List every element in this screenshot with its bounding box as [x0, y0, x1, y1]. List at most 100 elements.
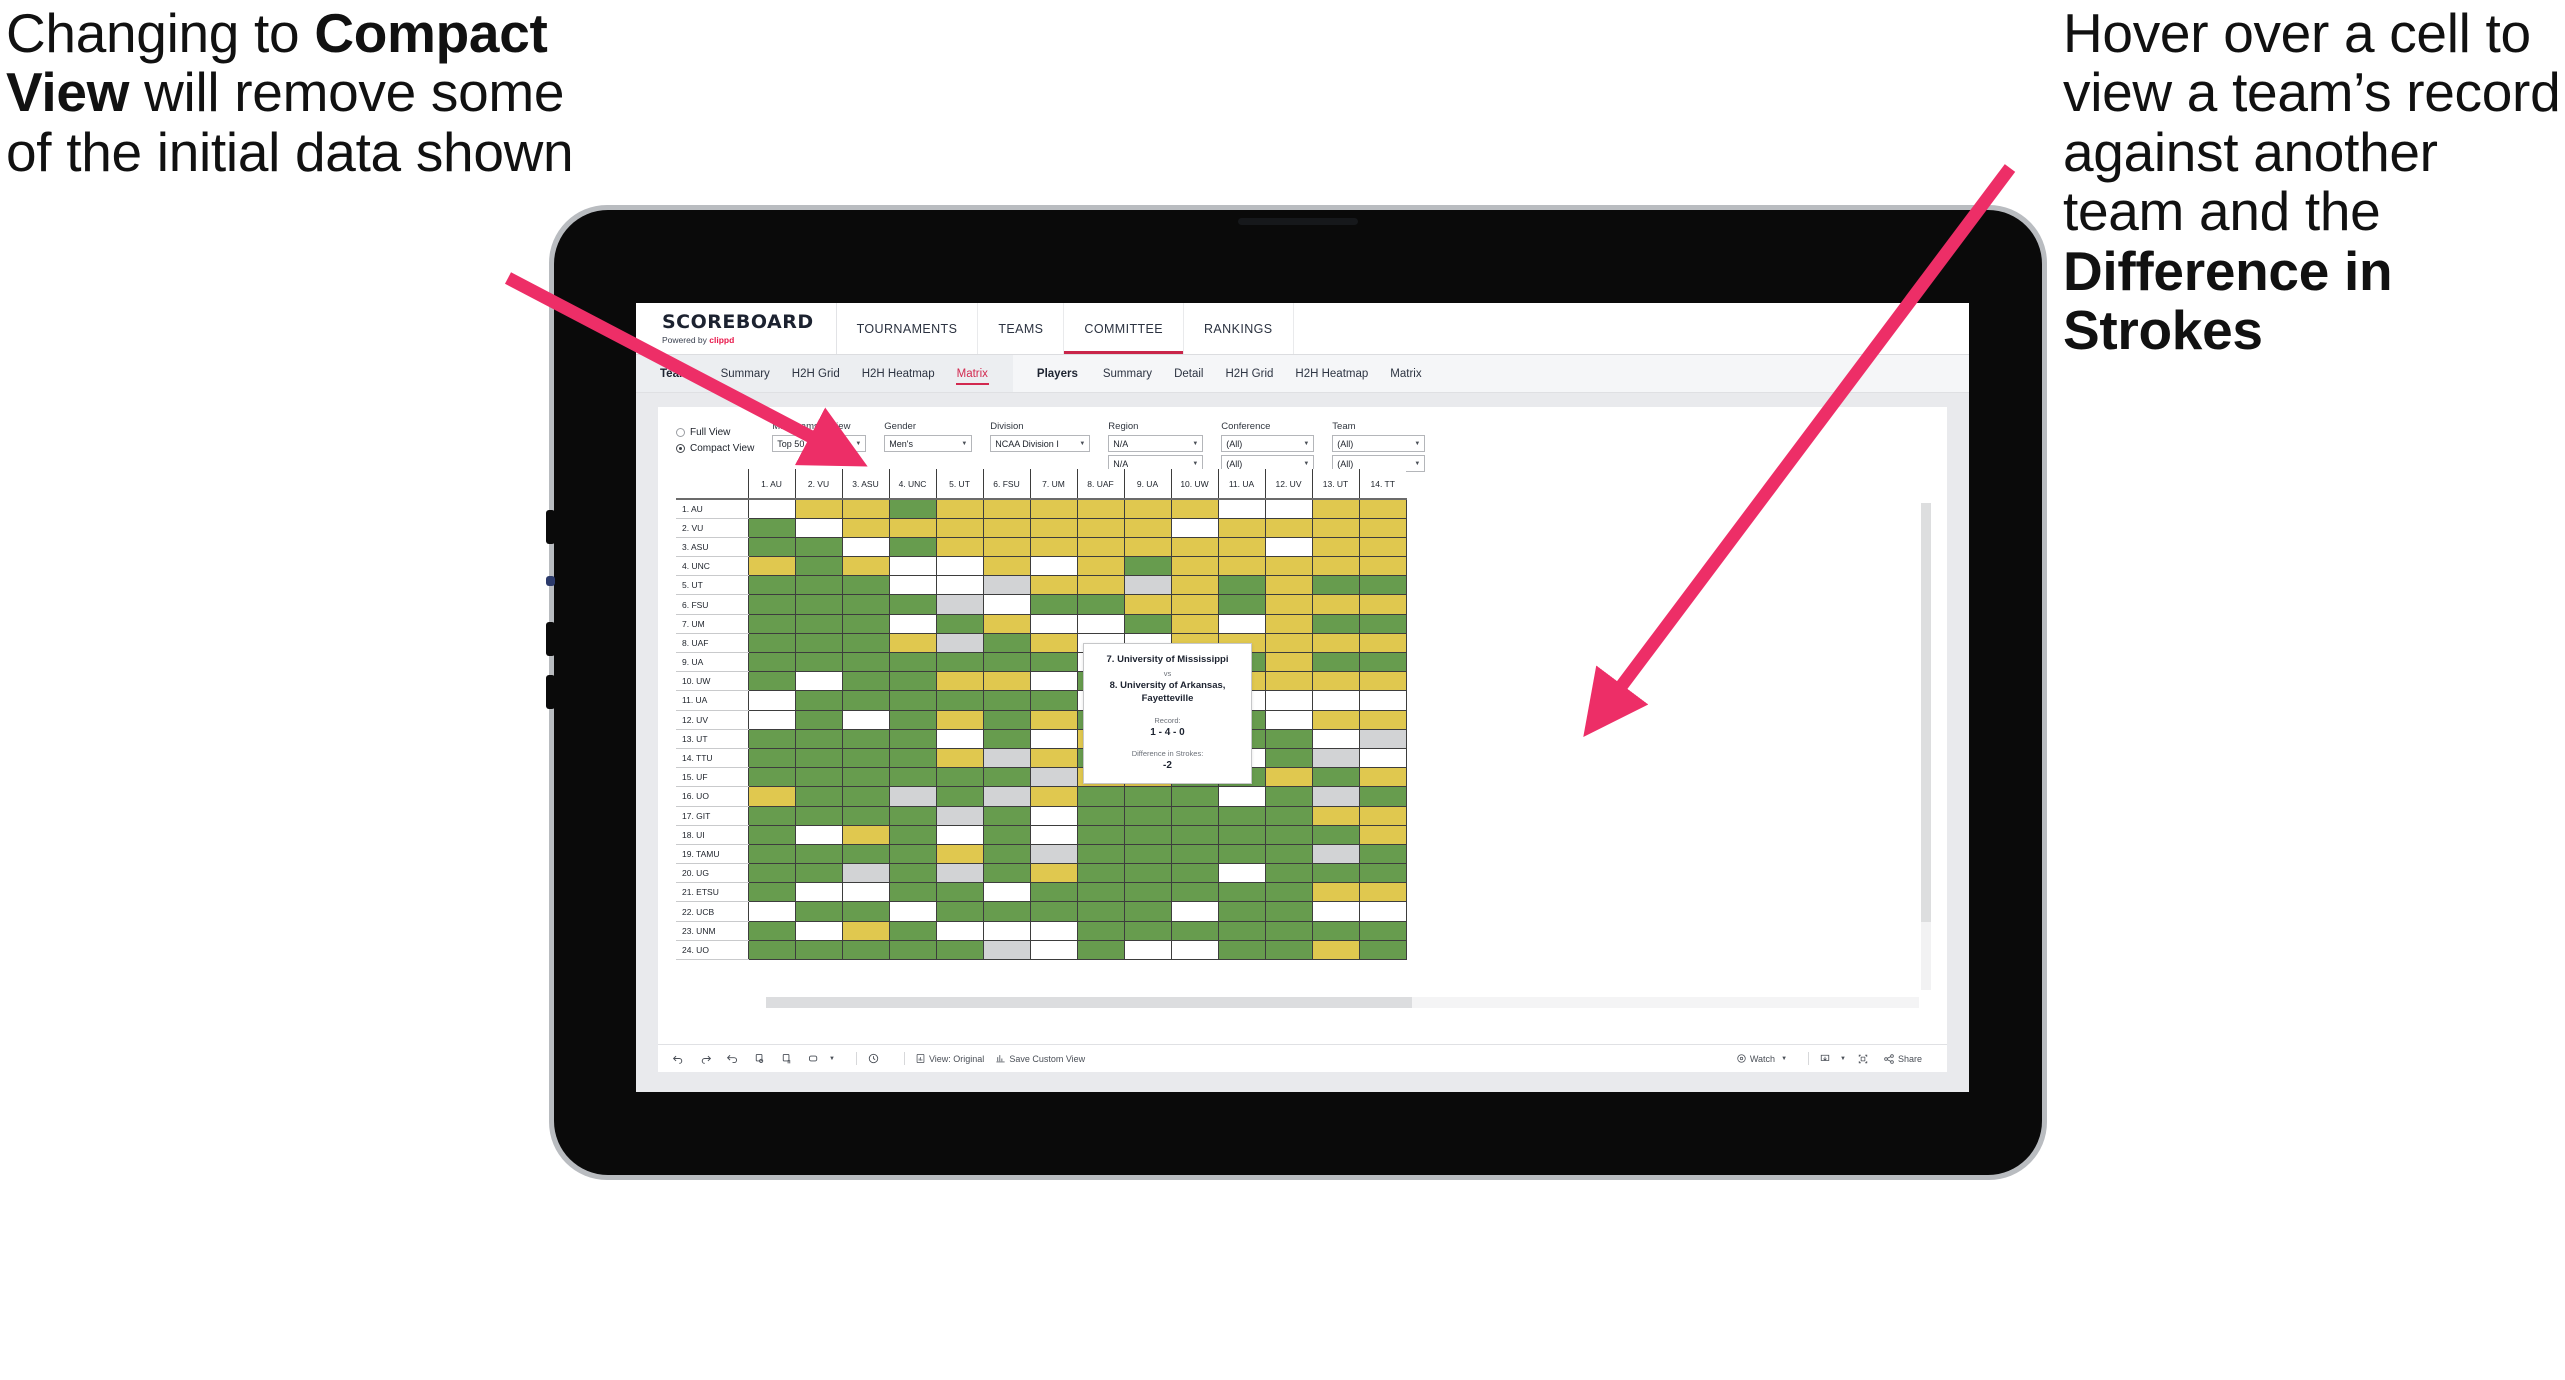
matrix-cell[interactable] [1264, 747, 1313, 769]
matrix-cell[interactable] [1311, 747, 1360, 769]
matrix-row-header[interactable]: 20. UG [676, 863, 748, 884]
matrix-cell[interactable] [1076, 920, 1125, 941]
scrollbar-thumb[interactable] [766, 997, 1412, 1008]
tablet-button-volume-down[interactable] [546, 675, 555, 709]
matrix-cell[interactable] [982, 632, 1031, 654]
matrix-cell[interactable] [1264, 709, 1313, 730]
matrix-cell[interactable] [1123, 843, 1172, 865]
matrix-cell[interactable] [1123, 517, 1172, 538]
refresh-icon[interactable] [753, 1052, 769, 1065]
matrix-cell[interactable] [935, 671, 984, 692]
matrix-cell[interactable] [1123, 863, 1172, 884]
matrix-cell[interactable] [747, 728, 796, 749]
matrix-cell[interactable] [1264, 901, 1313, 922]
matrix-cell[interactable] [794, 690, 843, 711]
matrix-row-header[interactable]: 17. GIT [676, 806, 748, 826]
matrix-cell[interactable] [1029, 728, 1078, 749]
matrix-cell[interactable] [1264, 843, 1313, 865]
matrix-cell[interactable] [1358, 517, 1407, 538]
pause-icon[interactable] [780, 1052, 796, 1065]
matrix-cell[interactable] [1029, 613, 1078, 634]
matrix-cell[interactable] [1029, 939, 1078, 961]
matrix-cell[interactable] [794, 728, 843, 749]
matrix-cell[interactable] [888, 767, 937, 788]
matrix-cell[interactable] [1358, 613, 1407, 634]
matrix-cell[interactable] [1217, 786, 1266, 807]
matrix-cell[interactable] [1358, 575, 1407, 596]
matrix-cell[interactable] [888, 786, 937, 807]
matrix-cell[interactable] [1311, 498, 1360, 519]
matrix-cell[interactable] [841, 901, 890, 922]
matrix-cell[interactable] [935, 843, 984, 865]
matrix-row-header[interactable]: 12. UV [676, 710, 748, 730]
matrix-cell[interactable] [935, 786, 984, 807]
matrix-cell[interactable] [935, 575, 984, 596]
matrix-cell[interactable] [1123, 805, 1172, 826]
matrix-col-header[interactable]: 6. FSU [982, 469, 1030, 500]
matrix-cell[interactable] [1217, 824, 1266, 845]
matrix-row-header[interactable]: 11. UA [676, 690, 748, 711]
matrix-cell[interactable] [747, 556, 796, 577]
matrix-cell[interactable] [1311, 863, 1360, 884]
matrix-cell[interactable] [982, 536, 1031, 558]
matrix-cell[interactable] [747, 863, 796, 884]
tab-players-h2h-grid[interactable]: H2H Grid [1214, 355, 1284, 392]
matrix-cell[interactable] [935, 901, 984, 922]
matrix-col-header[interactable]: 11. UA [1217, 469, 1265, 500]
tab-teams-h2h-grid[interactable]: H2H Grid [781, 355, 851, 392]
nav-item-committee[interactable]: COMMITTEE [1064, 303, 1184, 354]
matrix-cell[interactable] [1217, 575, 1266, 596]
radio-full-view[interactable]: Full View [676, 427, 754, 438]
matrix-cell[interactable] [1029, 671, 1078, 692]
matrix-cell[interactable] [1170, 843, 1219, 865]
matrix-cell[interactable] [1029, 882, 1078, 903]
share-button[interactable]: Share [1883, 1053, 1922, 1065]
matrix-row-header[interactable]: 10. UW [676, 671, 748, 692]
matrix-cell[interactable] [747, 882, 796, 903]
matrix-row-header[interactable]: 23. UNM [676, 921, 748, 941]
matrix-cell[interactable] [935, 536, 984, 558]
matrix-cell[interactable] [794, 632, 843, 654]
tab-players-h2h-heatmap[interactable]: H2H Heatmap [1284, 355, 1379, 392]
matrix-table[interactable]: 1. AU 2. VU 3. ASU 4. UNC 5. UT 6. FSU 7. UM 8.… [676, 469, 1407, 961]
matrix-cell[interactable] [1358, 882, 1407, 903]
matrix-cell[interactable] [747, 594, 796, 615]
matrix-cell[interactable] [841, 517, 890, 538]
matrix-cell[interactable] [1264, 671, 1313, 692]
matrix-row-header[interactable]: 16. UO [676, 786, 748, 807]
matrix-cell[interactable] [841, 728, 890, 749]
matrix-cell[interactable] [841, 556, 890, 577]
matrix-cell[interactable] [1029, 824, 1078, 845]
matrix-cell[interactable] [888, 575, 937, 596]
save-custom-view-button[interactable]: Save Custom View [995, 1053, 1085, 1064]
matrix-cell[interactable] [1217, 536, 1266, 558]
matrix-cell[interactable] [1311, 517, 1360, 538]
matrix-cell[interactable] [747, 786, 796, 807]
matrix-cell[interactable] [1029, 690, 1078, 711]
matrix-cell[interactable] [1264, 786, 1313, 807]
matrix-cell[interactable] [1358, 594, 1407, 615]
matrix-cell[interactable] [1358, 767, 1407, 788]
matrix-cell[interactable] [982, 709, 1031, 730]
matrix-cell[interactable] [1076, 498, 1125, 519]
matrix-row-header[interactable]: 13. UT [676, 729, 748, 749]
matrix-cell[interactable] [794, 651, 843, 673]
tab-teams-h2h-heatmap[interactable]: H2H Heatmap [851, 355, 946, 392]
matrix-cell[interactable] [1029, 863, 1078, 884]
matrix-cell[interactable] [1123, 882, 1172, 903]
h2h-matrix[interactable]: 1. AU 2. VU 3. ASU 4. UNC 5. UT 6. FSU 7. UM 8.… [676, 469, 1933, 1010]
matrix-cell[interactable] [888, 632, 937, 654]
matrix-cell[interactable] [794, 805, 843, 826]
matrix-row-header[interactable]: 19. TAMU [676, 844, 748, 865]
matrix-row-header[interactable]: 24. UO [676, 940, 748, 961]
matrix-cell[interactable] [935, 594, 984, 615]
matrix-cell[interactable] [1311, 613, 1360, 634]
matrix-cell[interactable] [1170, 882, 1219, 903]
matrix-cell[interactable] [1170, 805, 1219, 826]
matrix-cell[interactable] [794, 920, 843, 941]
matrix-cell[interactable] [982, 690, 1031, 711]
matrix-cell[interactable] [1311, 632, 1360, 654]
matrix-cell[interactable] [982, 767, 1031, 788]
matrix-cell[interactable] [747, 613, 796, 634]
app-logo[interactable]: SCOREBOARD Powered by clippd [636, 303, 837, 354]
